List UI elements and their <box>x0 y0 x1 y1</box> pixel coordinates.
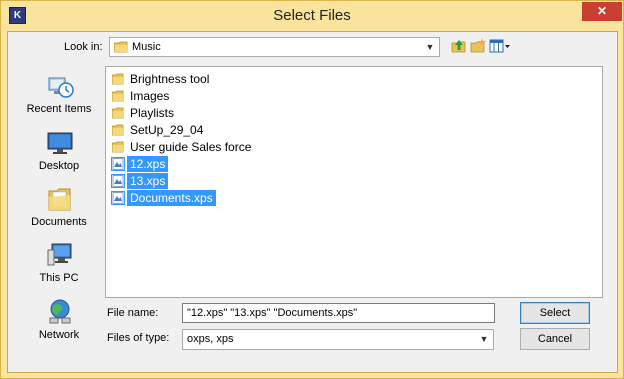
list-item[interactable]: Documents.xps <box>111 190 216 206</box>
folder-icon <box>112 107 124 119</box>
folder-icon <box>112 73 124 85</box>
places-bar: Recent Items Desktop Documents This PC N… <box>14 66 104 344</box>
folder-icon <box>112 90 124 102</box>
place-label: Desktop <box>38 160 80 172</box>
dialog-body: Look in: Music ▼ Recent Items Desktop Do… <box>7 31 618 373</box>
place-network[interactable]: Network <box>14 298 104 350</box>
file-name-input[interactable]: "12.xps" "13.xps" "Documents.xps" <box>182 303 495 323</box>
place-documents[interactable]: Documents <box>14 185 104 237</box>
select-button[interactable]: Select <box>520 302 590 324</box>
folder-icon <box>114 41 128 53</box>
place-this-pc[interactable]: This PC <box>14 241 104 293</box>
recent-items-icon <box>48 77 74 98</box>
chevron-down-icon[interactable]: ▼ <box>423 39 437 55</box>
file-type-select[interactable]: oxps, xps ▼ <box>182 329 494 350</box>
list-item[interactable]: Images <box>112 88 172 104</box>
file-name: Documents.xps <box>127 190 216 206</box>
place-label: Recent Items <box>26 103 92 115</box>
place-desktop[interactable]: Desktop <box>14 129 104 181</box>
file-name-label: File name: <box>107 307 159 319</box>
file-name: 13.xps <box>127 173 169 189</box>
this-pc-icon <box>47 243 72 266</box>
file-name: Playlists <box>130 106 175 120</box>
list-item[interactable]: 12.xps <box>111 156 169 172</box>
file-name: User guide Sales force <box>130 140 252 154</box>
title-bar[interactable]: K Select Files ✕ <box>1 1 623 31</box>
window-title: Select Files <box>273 7 351 24</box>
view-menu-icon[interactable] <box>489 38 511 54</box>
file-name: SetUp_29_04 <box>130 123 204 137</box>
list-item[interactable]: SetUp_29_04 <box>112 122 206 138</box>
file-type-label: Files of type: <box>107 332 170 344</box>
xps-file-icon <box>111 174 125 188</box>
file-list[interactable]: Brightness tool Images Playlists SetUp_2… <box>105 66 603 298</box>
network-icon <box>49 299 71 324</box>
list-item[interactable]: User guide Sales force <box>112 139 254 155</box>
folder-icon <box>112 124 124 136</box>
place-label: Network <box>38 329 80 341</box>
list-item[interactable]: Playlists <box>112 105 177 121</box>
up-folder-icon[interactable] <box>451 38 467 54</box>
new-folder-icon[interactable] <box>470 38 486 54</box>
list-item[interactable]: 13.xps <box>111 173 169 189</box>
xps-file-icon <box>111 191 125 205</box>
file-type-value: oxps, xps <box>187 333 234 345</box>
place-recent-items[interactable]: Recent Items <box>14 72 104 124</box>
close-button[interactable]: ✕ <box>582 2 622 21</box>
look-in-label: Look in: <box>64 41 103 53</box>
select-files-dialog: K Select Files ✕ Look in: Music ▼ Recent… <box>0 0 624 379</box>
xps-file-icon <box>111 157 125 171</box>
list-item[interactable]: Brightness tool <box>112 71 212 87</box>
file-name: Images <box>130 89 170 103</box>
desktop-icon <box>47 132 73 154</box>
place-label: Documents <box>31 216 87 228</box>
look-in-value: Music <box>132 41 161 53</box>
cancel-button[interactable]: Cancel <box>520 328 590 350</box>
look-in-combo[interactable]: Music ▼ <box>109 37 440 57</box>
file-name: Brightness tool <box>130 72 210 86</box>
file-name: 12.xps <box>127 156 169 172</box>
place-label: This PC <box>39 272 79 284</box>
documents-icon <box>48 188 71 211</box>
folder-icon <box>112 141 124 153</box>
chevron-down-icon[interactable]: ▼ <box>477 331 491 347</box>
